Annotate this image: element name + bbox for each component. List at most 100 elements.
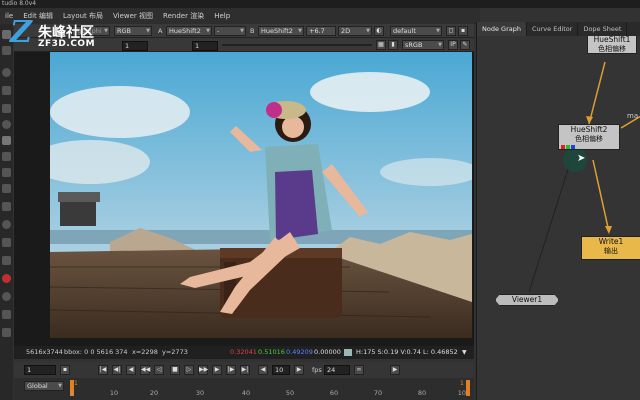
- step-forward-icon[interactable]: ▷: [184, 365, 194, 375]
- record-tool-icon[interactable]: [2, 274, 11, 283]
- transform2-tool-icon[interactable]: [2, 220, 11, 229]
- channel-tool-icon[interactable]: [2, 136, 11, 145]
- timeline-ruler[interactable]: Global ▼ 1 1 10 20 30 40 50 60 70 80 100 …: [14, 378, 474, 400]
- skip-back-icon[interactable]: ◀: [258, 365, 268, 375]
- stop-icon[interactable]: ■: [170, 365, 180, 375]
- input-a-dropdown[interactable]: HueShift2 ▼: [166, 26, 212, 36]
- compare-op-dropdown[interactable]: - ▼: [214, 26, 246, 36]
- node-hueshift1[interactable]: HueShift1 色相偏移: [587, 36, 637, 54]
- clip-icon[interactable]: ▦: [376, 40, 386, 50]
- rgb-dropdown[interactable]: RGB ▼: [114, 26, 152, 36]
- tick-label: 1: [69, 389, 75, 397]
- color-swatch: [344, 349, 352, 356]
- ip-icon[interactable]: IP: [448, 40, 458, 50]
- colorspace-dropdown[interactable]: sRGB ▼: [402, 40, 444, 50]
- image-tool-icon[interactable]: [2, 86, 11, 95]
- merge-tool-icon[interactable]: [2, 202, 11, 211]
- view-mode-value: 2D: [341, 27, 351, 35]
- gamma-slider[interactable]: [222, 44, 372, 46]
- gain-value: +6.7: [309, 27, 325, 35]
- end-frame-label: 1: [460, 380, 464, 387]
- logo-text-en: ZF3D.COM: [38, 39, 96, 49]
- node-viewer1-label: Viewer1: [511, 295, 543, 304]
- prev-key-icon[interactable]: ◀|: [112, 365, 122, 375]
- first-frame-icon[interactable]: |◀: [98, 365, 108, 375]
- color-tool-icon[interactable]: [2, 152, 11, 161]
- timeline-controls: 1 ▪ |◀ ◀| ◀ ◀◀ ◁ ■ ▷ ▶▶ ▶ |▶ ▶| ◀ 10 ▶ f…: [14, 362, 474, 378]
- menu-render[interactable]: Render 渲染: [158, 11, 209, 21]
- 3d-tool-icon[interactable]: [2, 238, 11, 247]
- node-hueshift2[interactable]: HueShift2 色相偏移: [558, 124, 620, 150]
- furnace-tool-icon[interactable]: [2, 310, 11, 319]
- step-field[interactable]: 10: [272, 365, 290, 375]
- pause-icon[interactable]: ▮: [388, 40, 398, 50]
- caret-down-icon[interactable]: ▼: [462, 346, 467, 359]
- start-frame-label: 1: [74, 380, 78, 387]
- input-a-value: HueShift2: [169, 27, 201, 35]
- node-write1[interactable]: Write1 输出: [581, 236, 640, 260]
- draw-tool-icon[interactable]: [2, 104, 11, 113]
- node-write1-label: Write1: [598, 237, 624, 246]
- prev-frame-icon[interactable]: ◀◀: [140, 365, 150, 375]
- y-text: y=2773: [162, 348, 188, 356]
- input-b-dropdown[interactable]: HueShift2 ▼: [258, 26, 304, 36]
- keyer-tool-icon[interactable]: [2, 184, 11, 193]
- menu-viewer[interactable]: Viewer 视图: [108, 11, 158, 21]
- node-write1-sub: 输出: [604, 247, 618, 255]
- gain-dropdown[interactable]: +6.7: [306, 26, 336, 36]
- offscreen-node-label: ma: [627, 112, 639, 120]
- skip-forward-icon[interactable]: ▶: [294, 365, 304, 375]
- roi-icon[interactable]: ◻: [446, 26, 456, 36]
- range-mode-dropdown[interactable]: Global ▼: [24, 381, 64, 391]
- input-b-value: HueShift2: [261, 27, 293, 35]
- tab-node-graph[interactable]: Node Graph: [477, 22, 527, 36]
- lock-icon[interactable]: ▪: [60, 365, 70, 375]
- chevron-down-icon: ▼: [146, 28, 150, 34]
- pixel-info-bar: 5616x3744 bbox: 0 0 5616 374 x=2298 y=27…: [14, 346, 474, 359]
- chevron-down-icon: ▼: [438, 42, 442, 48]
- last-frame-icon[interactable]: ▶|: [240, 365, 250, 375]
- filter-tool-icon[interactable]: [2, 168, 11, 177]
- b-value: 0.49209: [286, 348, 313, 356]
- step-back-icon[interactable]: ◁: [154, 365, 164, 375]
- lock-icon[interactable]: ▪: [458, 26, 468, 36]
- tab-curve-editor[interactable]: Curve Editor: [527, 22, 579, 36]
- compare-op-value: -: [217, 27, 220, 35]
- end-marker[interactable]: [466, 380, 470, 396]
- views-tool-icon[interactable]: [2, 256, 11, 265]
- loop-icon[interactable]: ∞: [354, 365, 364, 375]
- play-forward-icon[interactable]: ▶: [212, 365, 222, 375]
- tab-dope-sheet[interactable]: Dope Sheet: [578, 22, 628, 36]
- time-tool-icon[interactable]: [2, 120, 11, 129]
- gamma-field[interactable]: 1: [192, 41, 218, 51]
- play-back-icon[interactable]: ◀: [126, 365, 136, 375]
- current-frame-value: 1: [27, 366, 32, 374]
- other-tool-icon[interactable]: [2, 292, 11, 301]
- green-channel-icon: [566, 145, 570, 149]
- menu-help[interactable]: Help: [209, 12, 235, 20]
- range-mode-value: Global: [27, 382, 48, 390]
- tick-label: 70: [373, 389, 383, 397]
- frame-field[interactable]: 1: [122, 41, 148, 51]
- bbox-text: bbox: 0 0 5616 374: [64, 348, 128, 356]
- next-frame-icon[interactable]: ▶▶: [198, 365, 208, 375]
- view-mode-dropdown[interactable]: 2D ▼: [338, 26, 372, 36]
- node-hueshift1-label: HueShift1: [593, 36, 631, 44]
- node-hueshift1-sub: 色相偏移: [598, 45, 626, 53]
- script-icon[interactable]: ✎: [460, 40, 470, 50]
- current-frame-field[interactable]: 1: [24, 365, 56, 375]
- lut-dropdown[interactable]: default ▼: [390, 26, 442, 36]
- node-hueshift2-label: HueShift2: [570, 125, 608, 134]
- r-value: 0.32041: [230, 348, 257, 356]
- node-graph-canvas[interactable]: HueShift1 色相偏移 ma HueShift2 色相偏移 ➤ Write…: [477, 36, 640, 400]
- node-viewer1[interactable]: Viewer1: [495, 294, 559, 306]
- flipbook-icon[interactable]: ▶: [390, 365, 400, 375]
- fps-field[interactable]: 24: [324, 365, 350, 375]
- tick-label: 10: [109, 389, 119, 397]
- plugin-tool-icon[interactable]: [2, 328, 11, 337]
- tick-label: 50: [285, 389, 295, 397]
- toggle-icon[interactable]: ◐: [374, 26, 384, 36]
- viewer-image: [50, 52, 472, 338]
- next-key-icon[interactable]: |▶: [226, 365, 236, 375]
- clock-tool-icon[interactable]: [2, 68, 11, 77]
